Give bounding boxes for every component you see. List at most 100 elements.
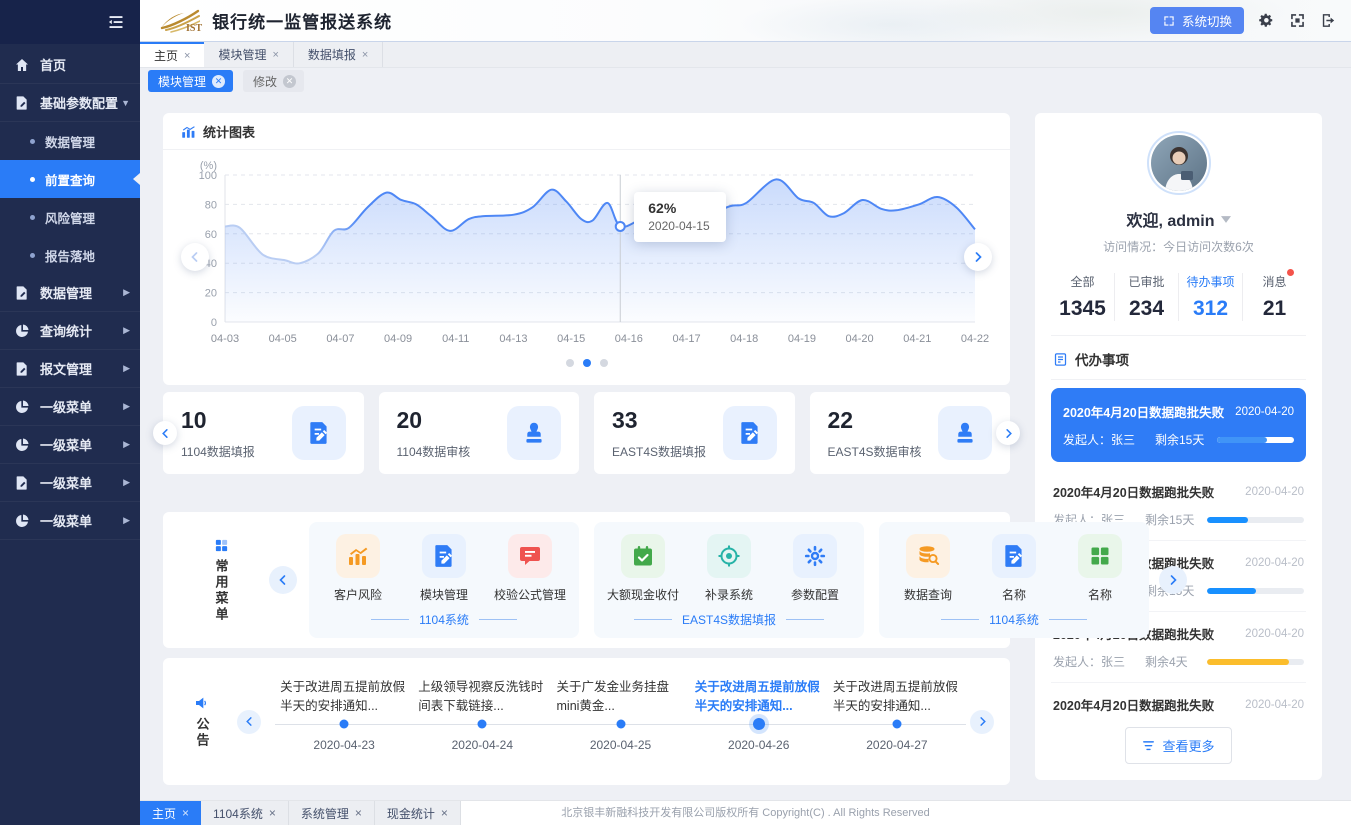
close-icon[interactable]: × xyxy=(441,806,448,820)
stat-label: 1104数据审核 xyxy=(397,443,471,460)
close-icon[interactable]: × xyxy=(272,49,278,61)
chart-prev-button[interactable] xyxy=(181,243,209,271)
quick-menu-item-数据查询[interactable]: 数据查询 xyxy=(889,534,967,603)
line-chart[interactable]: (%)02040608010004-0304-0504-0704-0904-11… xyxy=(163,150,1010,357)
chart-page-dot-1[interactable] xyxy=(583,359,591,367)
sidebar-item-1[interactable]: 基础参数配置▼ xyxy=(0,84,140,122)
sidebar-item-6[interactable]: 一级菜单▶ xyxy=(0,426,140,464)
progress-bar xyxy=(1207,659,1304,665)
chart-page-dot-2[interactable] xyxy=(600,359,608,367)
system-switch-button[interactable]: 系统切换 xyxy=(1150,7,1244,34)
stats-prev-button[interactable] xyxy=(153,421,177,445)
svg-text:20: 20 xyxy=(205,288,217,300)
announcement-date: 2020-04-25 xyxy=(551,738,689,752)
announcements-prev-button[interactable] xyxy=(237,710,261,734)
quick-menu-item-名称[interactable]: 名称 xyxy=(975,534,1053,603)
sidebar-subitem-数据管理[interactable]: 数据管理 xyxy=(0,122,140,160)
chip-修改[interactable]: 修改✕ xyxy=(243,70,304,92)
announcement-title[interactable]: 关于改进周五提前放假半天的安排通知... xyxy=(833,678,961,718)
stats-next-button[interactable] xyxy=(996,421,1020,445)
stat-card-3[interactable]: 22EAST4S数据审核 xyxy=(810,392,1011,474)
timeline-dot[interactable] xyxy=(753,718,765,730)
close-icon[interactable]: × xyxy=(182,806,189,820)
close-icon[interactable]: × xyxy=(269,806,276,820)
profile-stat-value: 1345 xyxy=(1051,297,1114,321)
tab-模块管理[interactable]: 模块管理× xyxy=(204,42,293,67)
sidebar-subitem-label: 风险管理 xyxy=(45,208,95,227)
close-icon[interactable]: × xyxy=(184,50,190,62)
avatar[interactable] xyxy=(1151,135,1207,191)
view-more-button[interactable]: 查看更多 xyxy=(1125,727,1231,764)
timeline-dot[interactable] xyxy=(340,720,349,729)
sidebar-subitem-风险管理[interactable]: 风险管理 xyxy=(0,198,140,236)
stat-card-2[interactable]: 33EAST4S数据填报 xyxy=(594,392,795,474)
chart-page-dot-0[interactable] xyxy=(566,359,574,367)
bottom-tab-label: 现金统计 xyxy=(387,805,435,822)
target-icon xyxy=(717,544,741,568)
announcement-title[interactable]: 关于改进周五提前放假半天的安排通知... xyxy=(280,678,408,718)
profile-stat-全部[interactable]: 全部1345 xyxy=(1051,273,1114,321)
quick-menu-prev-button[interactable] xyxy=(269,566,297,594)
announcement-title[interactable]: 上级领导视察反洗钱时间表下载链接... xyxy=(418,678,546,718)
tab-数据填报[interactable]: 数据填报× xyxy=(294,42,383,67)
list-icon xyxy=(1142,740,1155,751)
bottom-tab-主页[interactable]: 主页× xyxy=(140,801,201,825)
stat-card-1[interactable]: 201104数据审核 xyxy=(379,392,580,474)
sidebar-subitem-报告落地[interactable]: 报告落地 xyxy=(0,236,140,274)
todo-item-4[interactable]: 2020年4月20日数据跑批失败2020-04-20发起人：张三超期4天 xyxy=(1051,683,1306,715)
stat-card-0[interactable]: 101104数据填报 xyxy=(163,392,364,474)
sidebar-item-7[interactable]: 一级菜单▶ xyxy=(0,464,140,502)
chart-tooltip: 62% 2020-04-15 xyxy=(634,192,725,242)
sidebar-item-3[interactable]: 查询统计▶ xyxy=(0,312,140,350)
timeline-dot[interactable] xyxy=(616,720,625,729)
todo-item-0[interactable]: 2020年4月20日数据跑批失败2020-04-20发起人：张三剩余15天 xyxy=(1051,388,1306,462)
more-wrap: 查看更多 xyxy=(1051,715,1306,766)
sidebar-item-8[interactable]: 一级菜单▶ xyxy=(0,502,140,540)
bottom-tab-现金统计[interactable]: 现金统计 × xyxy=(375,801,461,825)
announcement-0: 关于改进周五提前放假半天的安排通知...2020-04-23 xyxy=(275,658,413,785)
chip-模块管理[interactable]: 模块管理✕ xyxy=(148,70,233,92)
timeline-dot[interactable] xyxy=(892,720,901,729)
sidebar-item-5[interactable]: 一级菜单▶ xyxy=(0,388,140,426)
progress-fill xyxy=(1217,437,1267,443)
announcement-title[interactable]: 关于广发金业务挂盘mini黄金... xyxy=(557,678,685,718)
profile-stat-消息[interactable]: 消息21 xyxy=(1242,273,1306,321)
doc-icon xyxy=(14,285,30,301)
stat-icon-box xyxy=(507,406,561,460)
quick-menu-item-客户风险[interactable]: 客户风险 xyxy=(319,534,397,603)
grid-icon xyxy=(1088,544,1112,568)
welcome-row[interactable]: 欢迎, admin xyxy=(1051,207,1306,231)
doc-icon xyxy=(14,95,30,111)
collapse-menu-icon[interactable] xyxy=(106,12,126,32)
chart-next-button[interactable] xyxy=(964,243,992,271)
quick-menu-next-button[interactable] xyxy=(1159,566,1187,594)
sidebar-item-0[interactable]: 首页 xyxy=(0,46,140,84)
bottom-tab-系统管理[interactable]: 系统管理× xyxy=(289,801,375,825)
profile-stat-已审批[interactable]: 已审批234 xyxy=(1114,273,1178,321)
quick-menu-item-大额现金收付[interactable]: 大额现金收付 xyxy=(604,534,682,603)
quick-menu-item-校验公式管理[interactable]: 校验公式管理 xyxy=(491,534,569,603)
gear-icon[interactable] xyxy=(1258,12,1275,29)
close-icon[interactable]: × xyxy=(362,49,368,61)
quick-menu-item-补录系统[interactable]: 补录系统 xyxy=(690,534,768,603)
timeline-dot[interactable] xyxy=(478,720,487,729)
quick-menu-item-模块管理[interactable]: 模块管理 xyxy=(405,534,483,603)
announcements-next-button[interactable] xyxy=(970,710,994,734)
fullscreen-icon[interactable] xyxy=(1289,12,1306,29)
sidebar-item-2[interactable]: 数据管理▶ xyxy=(0,274,140,312)
close-icon[interactable]: ✕ xyxy=(212,75,225,88)
tab-主页[interactable]: 主页× xyxy=(140,42,204,67)
close-icon[interactable]: ✕ xyxy=(283,75,296,88)
sidebar-subitem-前置查询[interactable]: 前置查询 xyxy=(0,160,140,198)
announcement-title[interactable]: 关于改进周五提前放假半天的安排通知... xyxy=(695,678,823,718)
quick-menu-item-名称[interactable]: 名称 xyxy=(1061,534,1139,603)
sidebar-item-4[interactable]: 报文管理▶ xyxy=(0,350,140,388)
logout-icon[interactable] xyxy=(1320,12,1337,29)
close-icon[interactable]: × xyxy=(355,806,362,820)
bottom-tabs: 主页×1104系统×系统管理× 现金统计 × xyxy=(140,801,461,825)
quick-icon-box xyxy=(422,534,466,578)
svg-text:60: 60 xyxy=(205,229,217,241)
profile-stat-待办事项[interactable]: 待办事项312 xyxy=(1178,273,1242,321)
quick-menu-item-参数配置[interactable]: 参数配置 xyxy=(776,534,854,603)
bottom-tab-1104系统[interactable]: 1104系统× xyxy=(201,801,289,825)
